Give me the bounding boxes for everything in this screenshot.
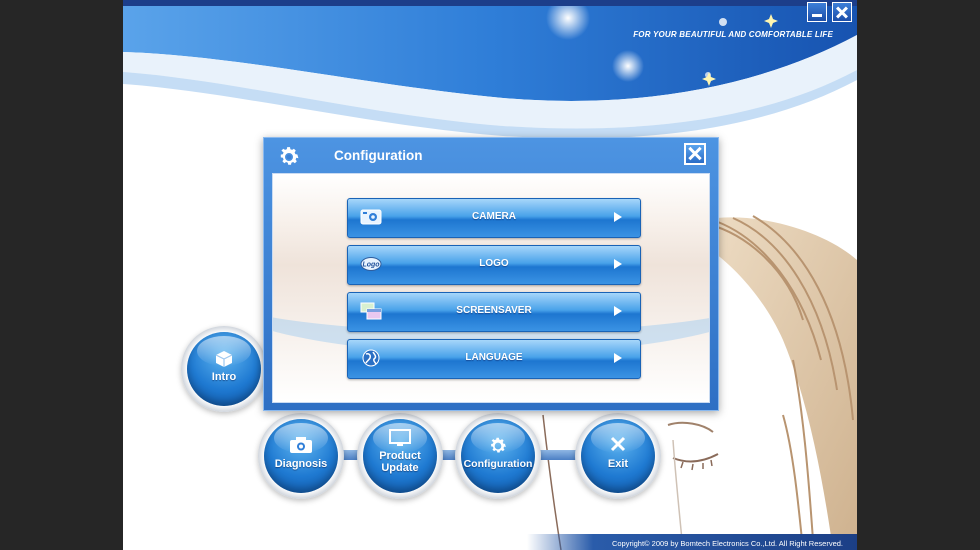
header-top-line bbox=[123, 0, 857, 6]
logo-menu-label: LOGO bbox=[479, 258, 509, 269]
intro-label: Intro bbox=[211, 371, 237, 383]
arrow-right-icon bbox=[614, 259, 622, 269]
arrow-right-icon bbox=[614, 212, 622, 222]
monitor-icon bbox=[363, 429, 437, 452]
diagnosis-label: Diagnosis bbox=[274, 458, 328, 470]
arrow-right-icon bbox=[614, 353, 622, 363]
exit-label: Exit bbox=[607, 458, 629, 470]
product-update-label: Product Update bbox=[379, 450, 421, 474]
dialog-close-icon[interactable] bbox=[684, 143, 706, 165]
product-update-button[interactable]: Product Update bbox=[357, 413, 443, 499]
close-icon[interactable] bbox=[832, 2, 852, 22]
language-menu-label: LANGUAGE bbox=[465, 352, 523, 363]
exit-button-face: Exit bbox=[581, 419, 655, 493]
close-icon bbox=[581, 436, 655, 457]
intro-button-face: Intro bbox=[187, 332, 261, 406]
dialog-title: Configuration bbox=[334, 148, 423, 163]
camera-menu-label: CAMERA bbox=[472, 211, 516, 222]
minimize-icon[interactable] bbox=[807, 2, 827, 22]
logo-menu-button[interactable]: Logo LOGO bbox=[347, 245, 641, 285]
configuration-dialog: Configuration CAMERA Logo LOGO SCREENSAV… bbox=[263, 137, 719, 411]
product-update-button-face: Product Update bbox=[363, 419, 437, 493]
dialog-body: CAMERA Logo LOGO SCREENSAVER LANGUAGE bbox=[272, 173, 710, 403]
camera-menu-button[interactable]: CAMERA bbox=[347, 198, 641, 238]
configuration-button[interactable]: Configuration bbox=[455, 413, 541, 499]
copyright-text: Copyright© 2009 by Bomtech Electronics C… bbox=[611, 539, 843, 548]
screensaver-menu-button[interactable]: SCREENSAVER bbox=[347, 292, 641, 332]
diagnosis-button-face: Diagnosis bbox=[264, 419, 338, 493]
camera-icon bbox=[264, 436, 338, 459]
configuration-label: Configuration bbox=[463, 458, 533, 470]
header-banner: FOR YOUR BEAUTIFUL AND COMFORTABLE LIFE bbox=[123, 0, 857, 160]
gear-icon bbox=[280, 147, 299, 165]
configuration-button-face: Configuration bbox=[461, 419, 535, 493]
intro-button[interactable]: Intro bbox=[181, 326, 267, 412]
language-menu-button[interactable]: LANGUAGE bbox=[347, 339, 641, 379]
arrow-right-icon bbox=[614, 306, 622, 316]
header-wave-graphic bbox=[123, 0, 857, 139]
header-tagline: FOR YOUR BEAUTIFUL AND COMFORTABLE LIFE bbox=[633, 30, 833, 39]
exit-button[interactable]: Exit bbox=[575, 413, 661, 499]
diagnosis-button[interactable]: Diagnosis bbox=[258, 413, 344, 499]
screensaver-menu-label: SCREENSAVER bbox=[456, 305, 532, 316]
footer-bar: Copyright© 2009 by Bomtech Electronics C… bbox=[527, 534, 857, 550]
app-window: FOR YOUR BEAUTIFUL AND COMFORTABLE LIFE … bbox=[123, 0, 857, 550]
